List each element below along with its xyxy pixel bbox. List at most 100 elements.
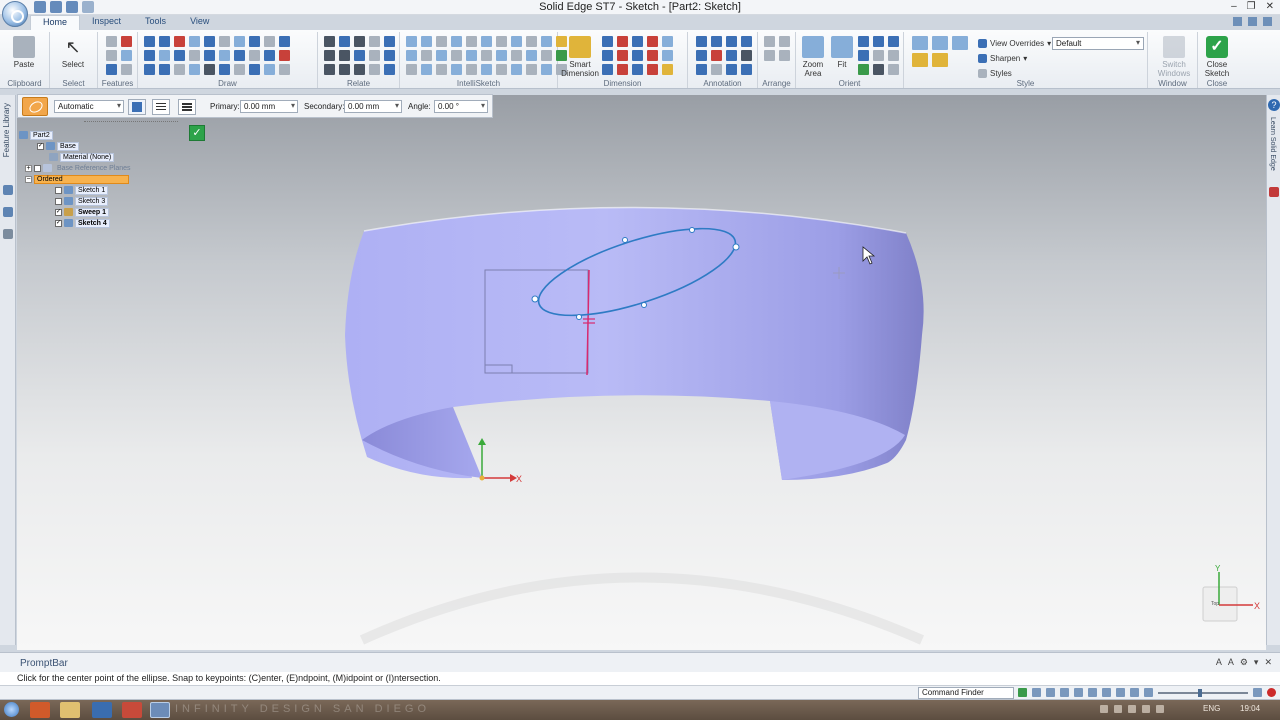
dimension-icon[interactable] [662,50,673,61]
view-icon[interactable] [888,50,899,61]
snap-icon[interactable] [466,50,477,61]
shaded-icon[interactable] [912,53,928,67]
snap-icon[interactable] [541,64,552,75]
layout-icon[interactable] [1233,17,1242,26]
tree-item-sweep-1[interactable]: ✓ Sweep 1 [55,207,110,217]
dimension-icon[interactable] [602,36,613,47]
help-options-icon[interactable] [1263,17,1272,26]
dimension-icon[interactable] [647,36,658,47]
trim-icon[interactable] [174,36,185,47]
arc-icon[interactable] [159,36,170,47]
snap-icon[interactable] [406,50,417,61]
shaded-edges-icon[interactable] [932,53,948,67]
tree-item-material[interactable]: Material (None) [49,152,115,162]
dimension-icon[interactable] [662,36,673,47]
ellipse-icon[interactable] [159,64,170,75]
smart-dimension-button[interactable]: Smart Dimension [560,36,600,78]
snap-icon[interactable] [511,64,522,75]
snap-icon[interactable] [436,36,447,47]
help-icon[interactable]: ? [1268,99,1280,111]
clock[interactable]: 19:04 [1240,704,1260,713]
annotation-icon[interactable] [741,50,752,61]
convert-icon[interactable] [204,64,215,75]
snap-icon[interactable] [406,36,417,47]
project-icon[interactable] [279,36,290,47]
zoom-area-button[interactable]: Zoom Area [798,36,828,78]
wireframe-icon[interactable] [912,36,928,50]
annotation-icon[interactable] [741,64,752,75]
more-draw-icon[interactable] [279,64,290,75]
view-icon[interactable] [888,64,899,75]
annotation-icon[interactable] [726,64,737,75]
snap-icon[interactable] [511,36,522,47]
snap-icon[interactable] [421,50,432,61]
tab-tools[interactable]: Tools [133,15,178,30]
feature-icon[interactable] [121,36,132,47]
volume-icon[interactable] [1142,705,1150,713]
tree-item-sketch-1[interactable]: Sketch 1 [55,185,109,195]
dimension-icon[interactable] [632,36,643,47]
tree-item-base[interactable]: ✓ Base [37,141,79,151]
polygon-icon[interactable] [174,50,185,61]
fill-icon[interactable] [189,64,200,75]
arrange-icon[interactable] [764,50,775,61]
dimension-icon[interactable] [602,64,613,75]
relate-icon[interactable] [384,36,395,47]
primary-axis-input[interactable]: 0.00 mm [240,100,298,113]
annotation-icon[interactable] [726,50,737,61]
feature-icon[interactable] [121,64,132,75]
secondary-axis-input[interactable]: 0.00 mm [344,100,402,113]
ellipse-mode-select[interactable]: Automatic [54,100,124,113]
arc-tangent-icon[interactable] [159,50,170,61]
view-icon[interactable] [888,36,899,47]
feature-icon[interactable] [106,36,117,47]
concentric-icon[interactable] [354,36,365,47]
relate-icon[interactable] [384,50,395,61]
dimension-icon[interactable] [647,50,658,61]
rotate-icon[interactable] [234,50,245,61]
annotation-icon[interactable] [696,36,707,47]
line-width-icon[interactable] [178,99,196,115]
zoom-area-icon[interactable] [1088,688,1097,697]
browser-app-icon[interactable] [30,702,50,718]
application-button[interactable] [2,1,28,27]
tab-home[interactable]: Home [30,15,81,30]
app-icon[interactable] [92,702,112,718]
snap-icon[interactable] [436,64,447,75]
snap-icon[interactable] [496,64,507,75]
zoom-out-icon[interactable] [1144,688,1153,697]
checkbox-sketch-4[interactable]: ✓ [55,219,62,227]
snap-icon[interactable] [436,50,447,61]
close-icon[interactable]: ✕ [1264,657,1272,668]
snap-icon[interactable] [481,64,492,75]
hidden-edges-icon[interactable] [952,36,968,50]
pathfinder-drag-handle[interactable] [84,121,178,124]
rectangle-icon[interactable] [144,50,155,61]
restore-icon[interactable]: ❐ [1247,1,1256,12]
line-color-icon[interactable] [128,99,146,115]
perpendicular-icon[interactable] [354,50,365,61]
collapse-icon[interactable]: − [25,175,32,183]
zoom-icon[interactable] [1046,688,1055,697]
expand-icon[interactable]: + [25,164,32,172]
dimension-icon[interactable] [647,64,658,75]
pan-icon[interactable] [1060,688,1069,697]
checkbox-reference-planes[interactable] [34,164,41,172]
snap-icon[interactable] [481,36,492,47]
lock-icon[interactable] [339,64,350,75]
sensors-tab-icon[interactable] [3,229,13,239]
zoom-slider[interactable] [1158,688,1248,697]
model-scene[interactable]: X Y X Top [17,95,1266,650]
mirror-icon[interactable] [234,36,245,47]
snap-icon[interactable] [466,64,477,75]
circle-icon[interactable] [144,64,155,75]
extend-icon[interactable] [219,50,230,61]
fillet-icon[interactable] [189,36,200,47]
include-icon[interactable] [264,36,275,47]
snap-icon[interactable] [481,50,492,61]
relate-icon[interactable] [384,64,395,75]
dimension-icon[interactable] [632,50,643,61]
fit-view-icon[interactable] [1032,688,1041,697]
sketch-view-icon[interactable] [249,64,260,75]
line-icon[interactable] [144,36,155,47]
